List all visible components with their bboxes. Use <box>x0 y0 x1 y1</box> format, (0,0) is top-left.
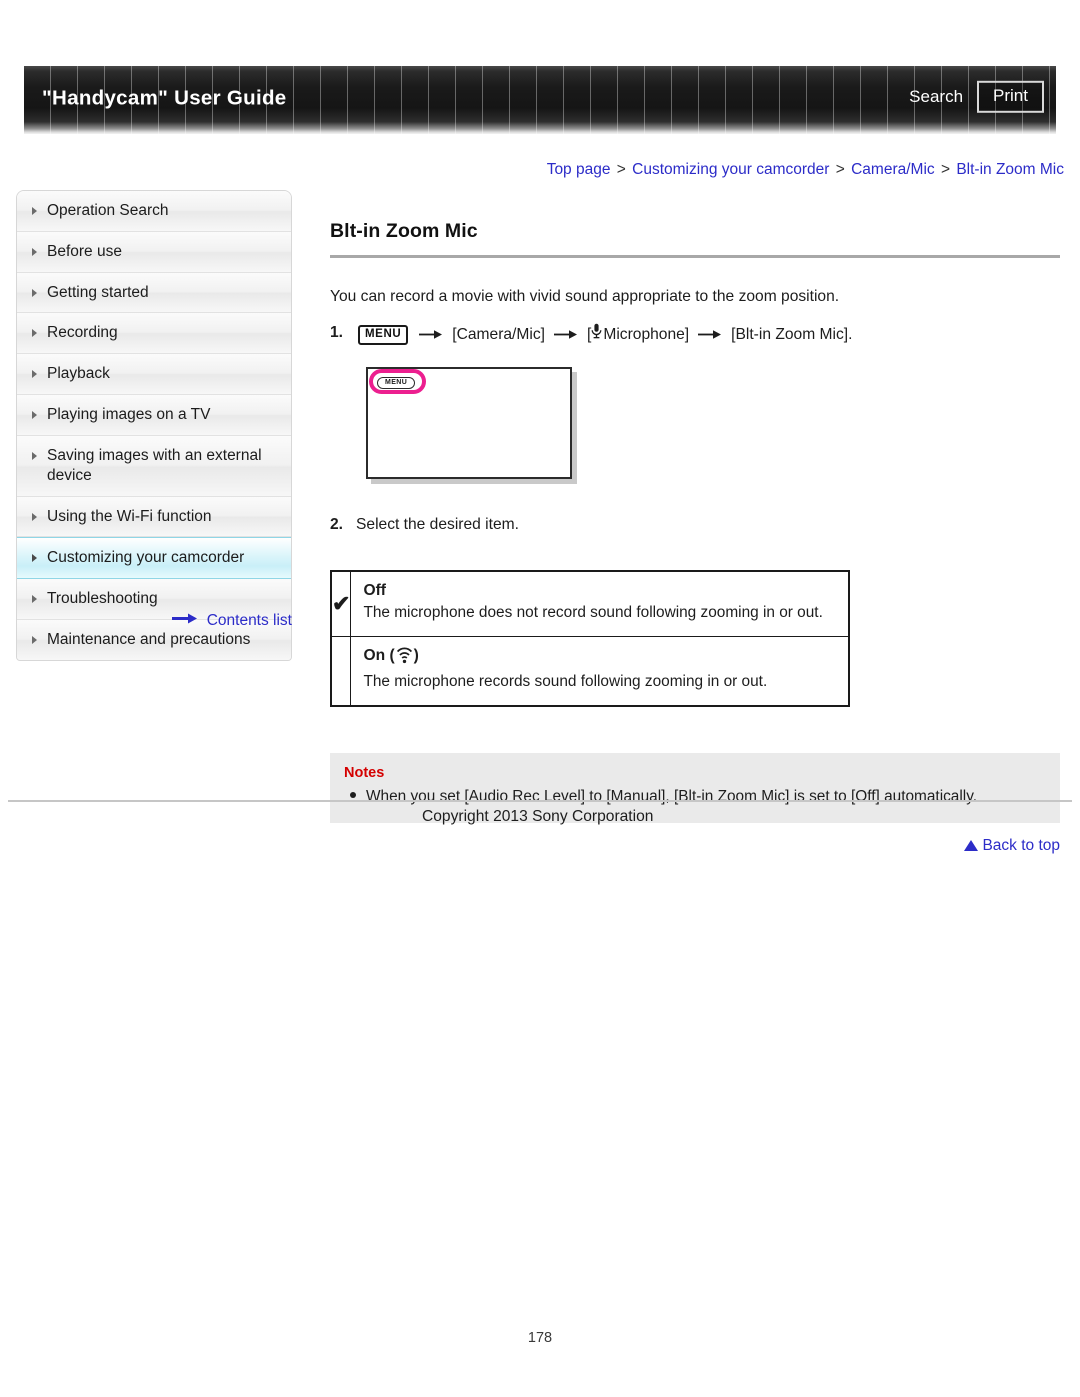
sidebar-item-getting-started[interactable]: Getting started <box>17 272 291 314</box>
chevron-right-icon <box>32 411 37 420</box>
site-header: "Handycam" User Guide Search Print <box>24 66 1056 134</box>
sidebar-item-label: Customizing your camcorder <box>47 549 245 567</box>
chevron-right-icon <box>32 247 37 256</box>
page-title: Blt-in Zoom Mic <box>330 220 478 242</box>
page-number: 178 <box>527 1330 553 1346</box>
step-1: 1. MENU [Camera/Mic] [Microphone] [Blt-… <box>330 321 1060 347</box>
sidebar-item-label: Getting started <box>47 283 149 301</box>
option-name: Off <box>363 582 386 600</box>
step-1-microphone: Microphone] <box>603 326 690 344</box>
breadcrumb-separator: > <box>835 161 845 178</box>
chevron-right-icon <box>32 595 37 604</box>
sidebar-item-playback[interactable]: Playback <box>17 354 291 396</box>
step-2: 2. Select the desired item. <box>330 513 1060 536</box>
option-name-row: On ( ) <box>363 647 836 669</box>
table-row[interactable]: ✔ Off The microphone does not record sou… <box>330 570 850 637</box>
menu-button-icon: MENU <box>358 324 409 346</box>
chevron-right-icon <box>32 636 37 645</box>
option-cell-on: On ( ) The microphone records sound foll… <box>350 635 850 707</box>
sidebar-item-recording[interactable]: Recording <box>17 313 291 355</box>
selected-check-icon <box>330 635 352 707</box>
selected-check-icon: ✔ <box>330 570 352 637</box>
copyright-text: Copyright 2013 Sony Corporation <box>422 808 654 825</box>
contents-list-label: Contents list <box>206 612 292 630</box>
header-actions: Search Print <box>909 80 1044 113</box>
breadcrumb-item-camera-mic[interactable]: Camera/Mic <box>851 161 935 178</box>
contents-list-link[interactable]: Contents list <box>16 612 292 630</box>
option-icon-paren-close: ) <box>413 646 419 664</box>
sidebar-item-using-wifi-function[interactable]: Using the Wi-Fi function <box>17 496 291 538</box>
screen-illustration: MENU <box>366 366 578 485</box>
chevron-right-icon <box>32 554 37 563</box>
sidebar-item-label: Troubleshooting <box>47 590 158 608</box>
step-1-body: MENU [Camera/Mic] [Microphone] [Blt-in … <box>356 323 852 346</box>
right-arrow-icon <box>172 611 198 629</box>
highlight-ring <box>369 368 426 394</box>
sidebar-item-before-use[interactable]: Before use <box>17 231 291 273</box>
sidebar-item-playing-images-on-a-tv[interactable]: Playing images on a TV <box>17 395 291 436</box>
table-row[interactable]: On ( ) The microphone records sound foll… <box>330 635 850 707</box>
arrow-right-icon <box>698 324 722 347</box>
sidebar-item-label: Operation Search <box>47 202 169 219</box>
breadcrumb: Top page > Customizing your camcorder > … <box>547 161 1064 179</box>
back-to-top-label: Back to top <box>982 837 1060 855</box>
arrow-right-icon <box>553 324 578 347</box>
chevron-right-icon <box>32 288 37 297</box>
triangle-up-icon <box>964 840 979 852</box>
step-2-number: 2. <box>330 515 344 533</box>
option-cell-off: Off The microphone does not record sound… <box>350 570 850 637</box>
chevron-right-icon <box>32 329 37 338</box>
site-title: "Handycam" User Guide <box>42 86 287 110</box>
print-button[interactable]: Print <box>977 80 1044 113</box>
sidebar-item-label: Before use <box>47 242 122 260</box>
title-divider <box>330 255 1060 258</box>
notes-item-text: When you set [Audio Rec Level] to [Manua… <box>366 787 978 805</box>
sidebar-item-label: Recording <box>47 324 118 342</box>
option-name: On <box>363 646 386 664</box>
options-table: ✔ Off The microphone does not record sou… <box>330 570 850 707</box>
option-description: The microphone does not record sound fol… <box>363 604 823 622</box>
breadcrumb-separator: > <box>616 161 626 178</box>
zoom-mic-icon <box>396 647 413 669</box>
sidebar-item-label: Playing images on a TV <box>47 406 211 424</box>
option-description: The microphone records sound following z… <box>363 672 768 690</box>
bullet-icon <box>350 791 356 798</box>
chevron-right-icon <box>32 370 37 379</box>
back-to-top-link[interactable]: Back to top <box>330 837 1060 855</box>
notes-heading: Notes <box>344 764 385 781</box>
sidebar-item-customizing-your-camcorder[interactable]: Customizing your camcorder <box>17 537 291 580</box>
sidebar-item-saving-images-external-device[interactable]: Saving images with an external device <box>17 435 291 497</box>
sidebar-nav: Operation Search Before use Getting star… <box>16 190 292 661</box>
chevron-right-icon <box>32 451 37 460</box>
breadcrumb-item-top-page[interactable]: Top page <box>547 161 611 178</box>
breadcrumb-item-current: Blt-in Zoom Mic <box>956 161 1064 178</box>
chevron-right-icon <box>32 207 37 215</box>
search-button[interactable]: Search <box>909 87 963 107</box>
footer-divider <box>8 800 1072 802</box>
sidebar-item-operation-search[interactable]: Operation Search <box>17 191 291 232</box>
step-1-target: [Blt-in Zoom Mic]. <box>731 326 853 344</box>
step-2-text: Select the desired item. <box>356 515 519 533</box>
breadcrumb-separator: > <box>940 161 951 178</box>
sidebar-item-label: Saving images with an external device <box>47 446 262 484</box>
sidebar-item-label: Using the Wi-Fi function <box>47 507 212 525</box>
main-content: Blt-in Zoom Mic You can record a movie w… <box>330 188 1060 855</box>
sidebar-item-label: Maintenance and precautions <box>47 631 251 649</box>
sidebar-item-label: Playback <box>47 365 110 383</box>
step-1-camera-mic: [Camera/Mic] <box>452 326 545 344</box>
breadcrumb-item-customizing[interactable]: Customizing your camcorder <box>632 161 829 178</box>
arrow-right-icon <box>419 324 443 347</box>
step-1-number: 1. <box>330 323 344 341</box>
notes-item: When you set [Audio Rec Level] to [Manua… <box>344 786 1046 808</box>
option-icon-paren-open: ( <box>389 646 395 664</box>
chevron-right-icon <box>32 512 37 521</box>
microphone-icon <box>591 323 602 346</box>
intro-text: You can record a movie with vivid sound … <box>330 288 840 305</box>
